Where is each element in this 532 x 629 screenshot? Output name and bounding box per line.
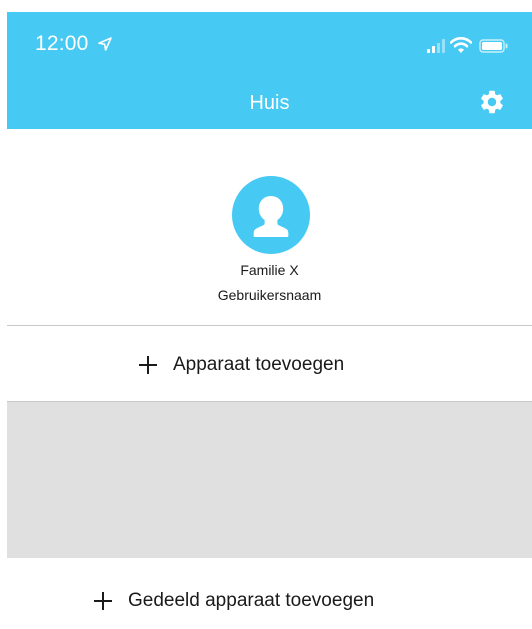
page-title: Huis	[249, 92, 290, 114]
add-shared-device-button[interactable]: Gedeeld apparaat toevoegen	[7, 558, 532, 629]
profile-section: Familie X Gebruikersnaam	[7, 129, 532, 325]
profile-username: Gebruikersnaam	[217, 287, 322, 303]
status-time: 12:00	[35, 32, 89, 55]
device-list-area	[7, 402, 532, 558]
user-silhouette-icon	[253, 196, 289, 237]
add-device-label: Apparaat toevoegen	[173, 354, 345, 375]
wifi-icon	[450, 37, 472, 53]
location-arrow-icon	[98, 37, 112, 51]
add-device-button[interactable]: Apparaat toevoegen	[7, 326, 532, 401]
profile-name: Familie X	[240, 262, 299, 278]
plus-icon	[94, 592, 112, 610]
cellular-signal-icon	[427, 39, 445, 53]
battery-icon	[479, 39, 508, 53]
avatar[interactable]	[232, 176, 310, 254]
plus-icon	[139, 356, 157, 374]
app-screen: 12:00 Huis Familie X Gebruikersnaam Appa…	[0, 0, 532, 629]
header-bar: 12:00 Huis	[7, 12, 532, 129]
gear-icon[interactable]	[478, 88, 506, 116]
add-shared-device-label: Gedeeld apparaat toevoegen	[128, 590, 375, 611]
